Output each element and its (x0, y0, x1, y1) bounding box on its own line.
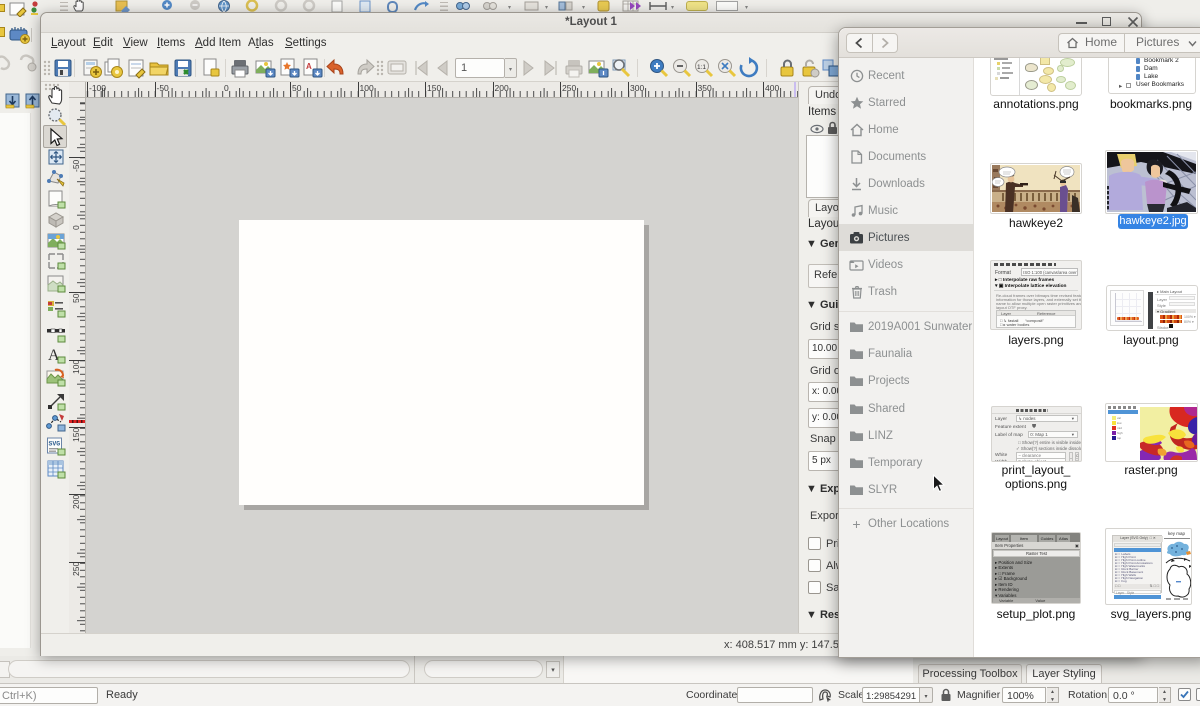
svg-text:A: A (306, 62, 312, 71)
svg-text:SVG: SVG (49, 441, 61, 448)
svg-text:1:1: 1:1 (697, 64, 706, 71)
